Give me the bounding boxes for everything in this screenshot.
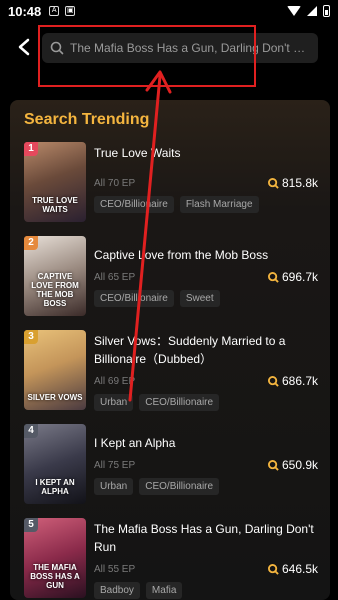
tag[interactable]: Badboy — [94, 582, 140, 599]
rank-badge: 4 — [24, 424, 38, 438]
back-button[interactable] — [13, 36, 35, 58]
view-count: 650.9k — [267, 458, 318, 472]
cover-label: TRUE LOVE WAITS — [32, 196, 78, 214]
signal-icon — [307, 6, 317, 16]
rank-badge: 2 — [24, 236, 38, 250]
search-count-icon — [267, 271, 279, 283]
view-count: 646.5k — [267, 562, 318, 576]
tag[interactable]: Urban — [94, 394, 134, 411]
cover-label: THE MAFIA BOSS HAS A GUN — [30, 563, 80, 590]
tag-list: Urban CEO/Billionaire — [94, 394, 220, 411]
search-input[interactable]: The Mafia Boss Has a Gun, Darling Don't … — [42, 33, 318, 63]
status-bar: 10:48 A ▣ — [0, 0, 338, 22]
item-title: The Mafia Boss Has a Gun, Darling Don't … — [94, 522, 314, 554]
tag[interactable]: CEO/Billionaire — [139, 394, 220, 411]
list-item[interactable]: CAPTIVE LOVE FROM THE MOB BOSS 2 Captive… — [24, 236, 324, 318]
views-value: 646.5k — [281, 562, 318, 576]
tag[interactable]: Urban — [94, 478, 134, 495]
search-query-text: The Mafia Boss Has a Gun, Darling Don't … — [70, 41, 310, 55]
search-trending-panel: Search Trending TRUE LOVE WAITS 1 True L… — [10, 100, 330, 600]
views-value: 815.8k — [281, 176, 318, 190]
view-count: 686.7k — [267, 374, 318, 388]
episode-count: All 75 EP — [94, 460, 136, 471]
wifi-icon — [287, 6, 301, 16]
search-count-icon — [267, 375, 279, 387]
episode-count: All 69 EP — [94, 376, 136, 387]
rank-badge: 1 — [24, 142, 38, 156]
tag[interactable]: CEO/Billionaire — [139, 478, 220, 495]
list-item[interactable]: I KEPT AN ALPHA 4 I Kept an Alpha All 75… — [24, 424, 324, 506]
panel-title: Search Trending — [24, 111, 150, 128]
episode-count: All 70 EP — [94, 178, 136, 189]
tag[interactable]: CEO/Billionaire — [94, 290, 174, 307]
notification-icon: ▣ — [65, 6, 76, 16]
tag-list: CEO/Billionaire Flash Marriage — [94, 196, 259, 213]
views-value: 696.7k — [281, 270, 318, 284]
list-item[interactable]: SILVER VOWS 3 Silver Vows：Suddenly Marri… — [24, 330, 324, 412]
cover-label: I KEPT AN ALPHA — [35, 478, 75, 496]
views-value: 686.7k — [281, 374, 318, 388]
battery-icon — [323, 5, 330, 17]
search-icon — [50, 41, 64, 55]
episode-count: All 55 EP — [94, 564, 136, 575]
view-count: 815.8k — [267, 176, 318, 190]
search-count-icon — [267, 459, 279, 471]
tag[interactable]: Mafia — [145, 582, 183, 599]
back-arrow-icon — [18, 38, 30, 56]
tag-list: Badboy Mafia — [94, 582, 183, 599]
search-header: The Mafia Boss Has a Gun, Darling Don't … — [0, 30, 338, 66]
rank-badge: 3 — [24, 330, 38, 344]
episode-count: All 65 EP — [94, 272, 136, 283]
cover-label: SILVER VOWS — [27, 393, 83, 402]
cover-label: CAPTIVE LOVE FROM THE MOB BOSS — [31, 272, 79, 308]
item-title: Captive Love from the Mob Boss — [94, 248, 269, 262]
item-title: I Kept an Alpha — [94, 436, 176, 450]
tag-list: Urban CEO/Billionaire — [94, 478, 220, 495]
a-icon: A — [49, 6, 60, 16]
list-item[interactable]: TRUE LOVE WAITS 1 True Love Waits All 70… — [24, 142, 324, 224]
search-count-icon — [267, 563, 279, 575]
status-time: 10:48 — [8, 3, 42, 19]
search-count-icon — [267, 177, 279, 189]
view-count: 696.7k — [267, 270, 318, 284]
list-item[interactable]: THE MAFIA BOSS HAS A GUN 5 The Mafia Bos… — [24, 518, 324, 600]
rank-badge: 5 — [24, 518, 38, 532]
tag[interactable]: Sweet — [179, 290, 220, 307]
tag[interactable]: Flash Marriage — [179, 196, 259, 213]
item-title: Silver Vows：Suddenly Married to a Billio… — [94, 334, 286, 366]
item-title: True Love Waits — [94, 146, 181, 160]
tag-list: CEO/Billionaire Sweet — [94, 290, 220, 307]
tag[interactable]: CEO/Billionaire — [94, 196, 174, 213]
views-value: 650.9k — [281, 458, 318, 472]
